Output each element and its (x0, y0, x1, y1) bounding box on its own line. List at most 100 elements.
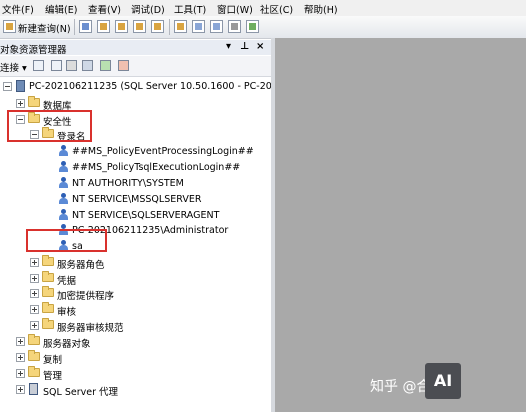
login-label: ##MS_PolicyTsqlExecutionLogin## (72, 162, 241, 173)
object-explorer-title-bar: 对象资源管理器 ▾ ⊥ × (0, 40, 271, 56)
print-icon[interactable] (228, 20, 241, 33)
save-all-icon[interactable] (210, 20, 223, 33)
toolbar-separator (169, 19, 170, 35)
expand-icon[interactable] (16, 353, 25, 362)
agent-icon (29, 383, 38, 395)
connect-button[interactable]: 连接 ▾ (0, 60, 27, 74)
analysis-query-icon[interactable] (97, 20, 110, 33)
expand-icon[interactable] (30, 321, 39, 330)
expand-icon[interactable] (30, 289, 39, 298)
folder-label: 管理 (43, 371, 63, 382)
new-query-button[interactable]: 新建查询(N) (18, 21, 71, 35)
folder-icon (28, 366, 40, 377)
tree-node-server-roles[interactable]: 服务器角色 (0, 255, 271, 271)
object-explorer-toolbar: 连接 ▾ (0, 56, 271, 77)
object-explorer-title: 对象资源管理器 (0, 45, 67, 56)
highlight-box-sa (26, 229, 107, 252)
menu-debug[interactable]: 调试(D) (131, 2, 165, 16)
dmx-query-icon[interactable] (133, 20, 146, 33)
connect-object-explorer-icon[interactable] (33, 60, 44, 71)
menu-community[interactable]: 社区(C) (260, 2, 293, 16)
tree-node-server[interactable]: PC-202106211235 (SQL Server 10.50.1600 -… (0, 80, 296, 94)
login-user-icon (58, 145, 69, 157)
folder-icon (28, 334, 40, 345)
server-label: PC-202106211235 (SQL Server 10.50.1600 -… (29, 81, 296, 92)
expand-icon[interactable] (16, 369, 25, 378)
menu-help[interactable]: 帮助(H) (304, 2, 338, 16)
login-label: NT SERVICE\MSSQLSERVER (72, 194, 202, 205)
expand-icon[interactable] (30, 274, 39, 283)
activity-monitor-icon[interactable] (246, 20, 259, 33)
tree-node-audits[interactable]: 审核 (0, 302, 271, 318)
tree-node-management[interactable]: 管理 (0, 366, 271, 382)
new-query-icon[interactable] (3, 20, 16, 33)
refresh-icon[interactable] (100, 60, 111, 71)
folder-icon (42, 318, 54, 329)
tree-node-credentials[interactable]: 凭据 (0, 271, 271, 287)
database-engine-query-icon[interactable] (79, 20, 92, 33)
folder-icon (28, 96, 40, 107)
tree-node-sql-agent[interactable]: SQL Server 代理 (0, 383, 271, 398)
expand-icon[interactable] (30, 305, 39, 314)
login-user-icon (58, 209, 69, 221)
dropdown-icon[interactable]: ▾ (226, 41, 231, 52)
folder-label: 审核 (57, 307, 77, 318)
toolbar-separator (74, 19, 75, 35)
tree-node-databases[interactable]: 数据库 (0, 96, 271, 112)
tree-node-replication[interactable]: 复制 (0, 350, 271, 366)
login-user-icon (58, 193, 69, 205)
tree-node-login[interactable]: NT AUTHORITY\SYSTEM (0, 177, 271, 191)
collapse-icon[interactable] (3, 82, 12, 91)
menu-window[interactable]: 窗口(W) (217, 2, 253, 16)
menu-bar: 文件(F) 编辑(E) 查看(V) 调试(D) 工具(T) 窗口(W) 社区(C… (0, 0, 526, 16)
folder-label: 服务器角色 (57, 260, 105, 271)
folder-icon (28, 350, 40, 361)
folder-icon (42, 271, 54, 282)
document-area (275, 38, 526, 412)
menu-view[interactable]: 查看(V) (88, 2, 121, 16)
close-icon[interactable]: × (256, 41, 264, 52)
folder-icon (42, 286, 54, 297)
server-icon (16, 80, 25, 92)
tree-node-login[interactable]: ##MS_PolicyEventProcessingLogin## (0, 145, 271, 159)
login-label: NT SERVICE\SQLSERVERAGENT (72, 210, 220, 221)
sql-agent-label: SQL Server 代理 (43, 387, 118, 398)
folder-icon (42, 302, 54, 313)
expand-icon[interactable] (30, 258, 39, 267)
filter-icon[interactable] (82, 60, 93, 71)
tree-node-crypto-providers[interactable]: 加密提供程序 (0, 286, 271, 302)
folder-label: 服务器对象 (43, 339, 91, 350)
expand-icon[interactable] (16, 337, 25, 346)
object-explorer-tree: PC-202106211235 (SQL Server 10.50.1600 -… (0, 77, 296, 412)
folder-label: 加密提供程序 (57, 291, 115, 302)
menu-edit[interactable]: 编辑(E) (45, 2, 77, 16)
folder-label: 凭据 (57, 276, 77, 287)
tree-node-login[interactable]: NT SERVICE\MSSQLSERVER (0, 193, 271, 207)
login-label: NT AUTHORITY\SYSTEM (72, 178, 184, 189)
open-file-icon[interactable] (174, 20, 187, 33)
disconnect-icon[interactable] (51, 60, 62, 71)
save-icon[interactable] (192, 20, 205, 33)
login-label: ##MS_PolicyEventProcessingLogin## (72, 146, 254, 157)
tree-node-server-audit-specs[interactable]: 服务器审核规范 (0, 318, 271, 334)
login-user-icon (58, 161, 69, 173)
folder-label: 服务器审核规范 (57, 323, 124, 334)
menu-tools[interactable]: 工具(T) (174, 2, 206, 16)
xmla-query-icon[interactable] (151, 20, 164, 33)
tree-node-server-objects[interactable]: 服务器对象 (0, 334, 271, 350)
folder-icon (42, 255, 54, 266)
mdx-query-icon[interactable] (115, 20, 128, 33)
summary-icon[interactable] (118, 60, 129, 71)
folder-label: 复制 (43, 355, 63, 366)
highlight-box-security (7, 110, 92, 142)
login-user-icon (58, 177, 69, 189)
expand-icon[interactable] (16, 385, 25, 394)
stop-icon[interactable] (66, 60, 77, 71)
watermark-logo: AI (425, 363, 461, 399)
menu-file[interactable]: 文件(F) (2, 2, 34, 16)
tree-node-login[interactable]: ##MS_PolicyTsqlExecutionLogin## (0, 161, 271, 175)
pin-icon[interactable]: ⊥ (240, 41, 249, 52)
expand-icon[interactable] (16, 99, 25, 108)
main-toolbar: 新建查询(N) (0, 16, 526, 39)
tree-node-login[interactable]: NT SERVICE\SQLSERVERAGENT (0, 209, 271, 223)
